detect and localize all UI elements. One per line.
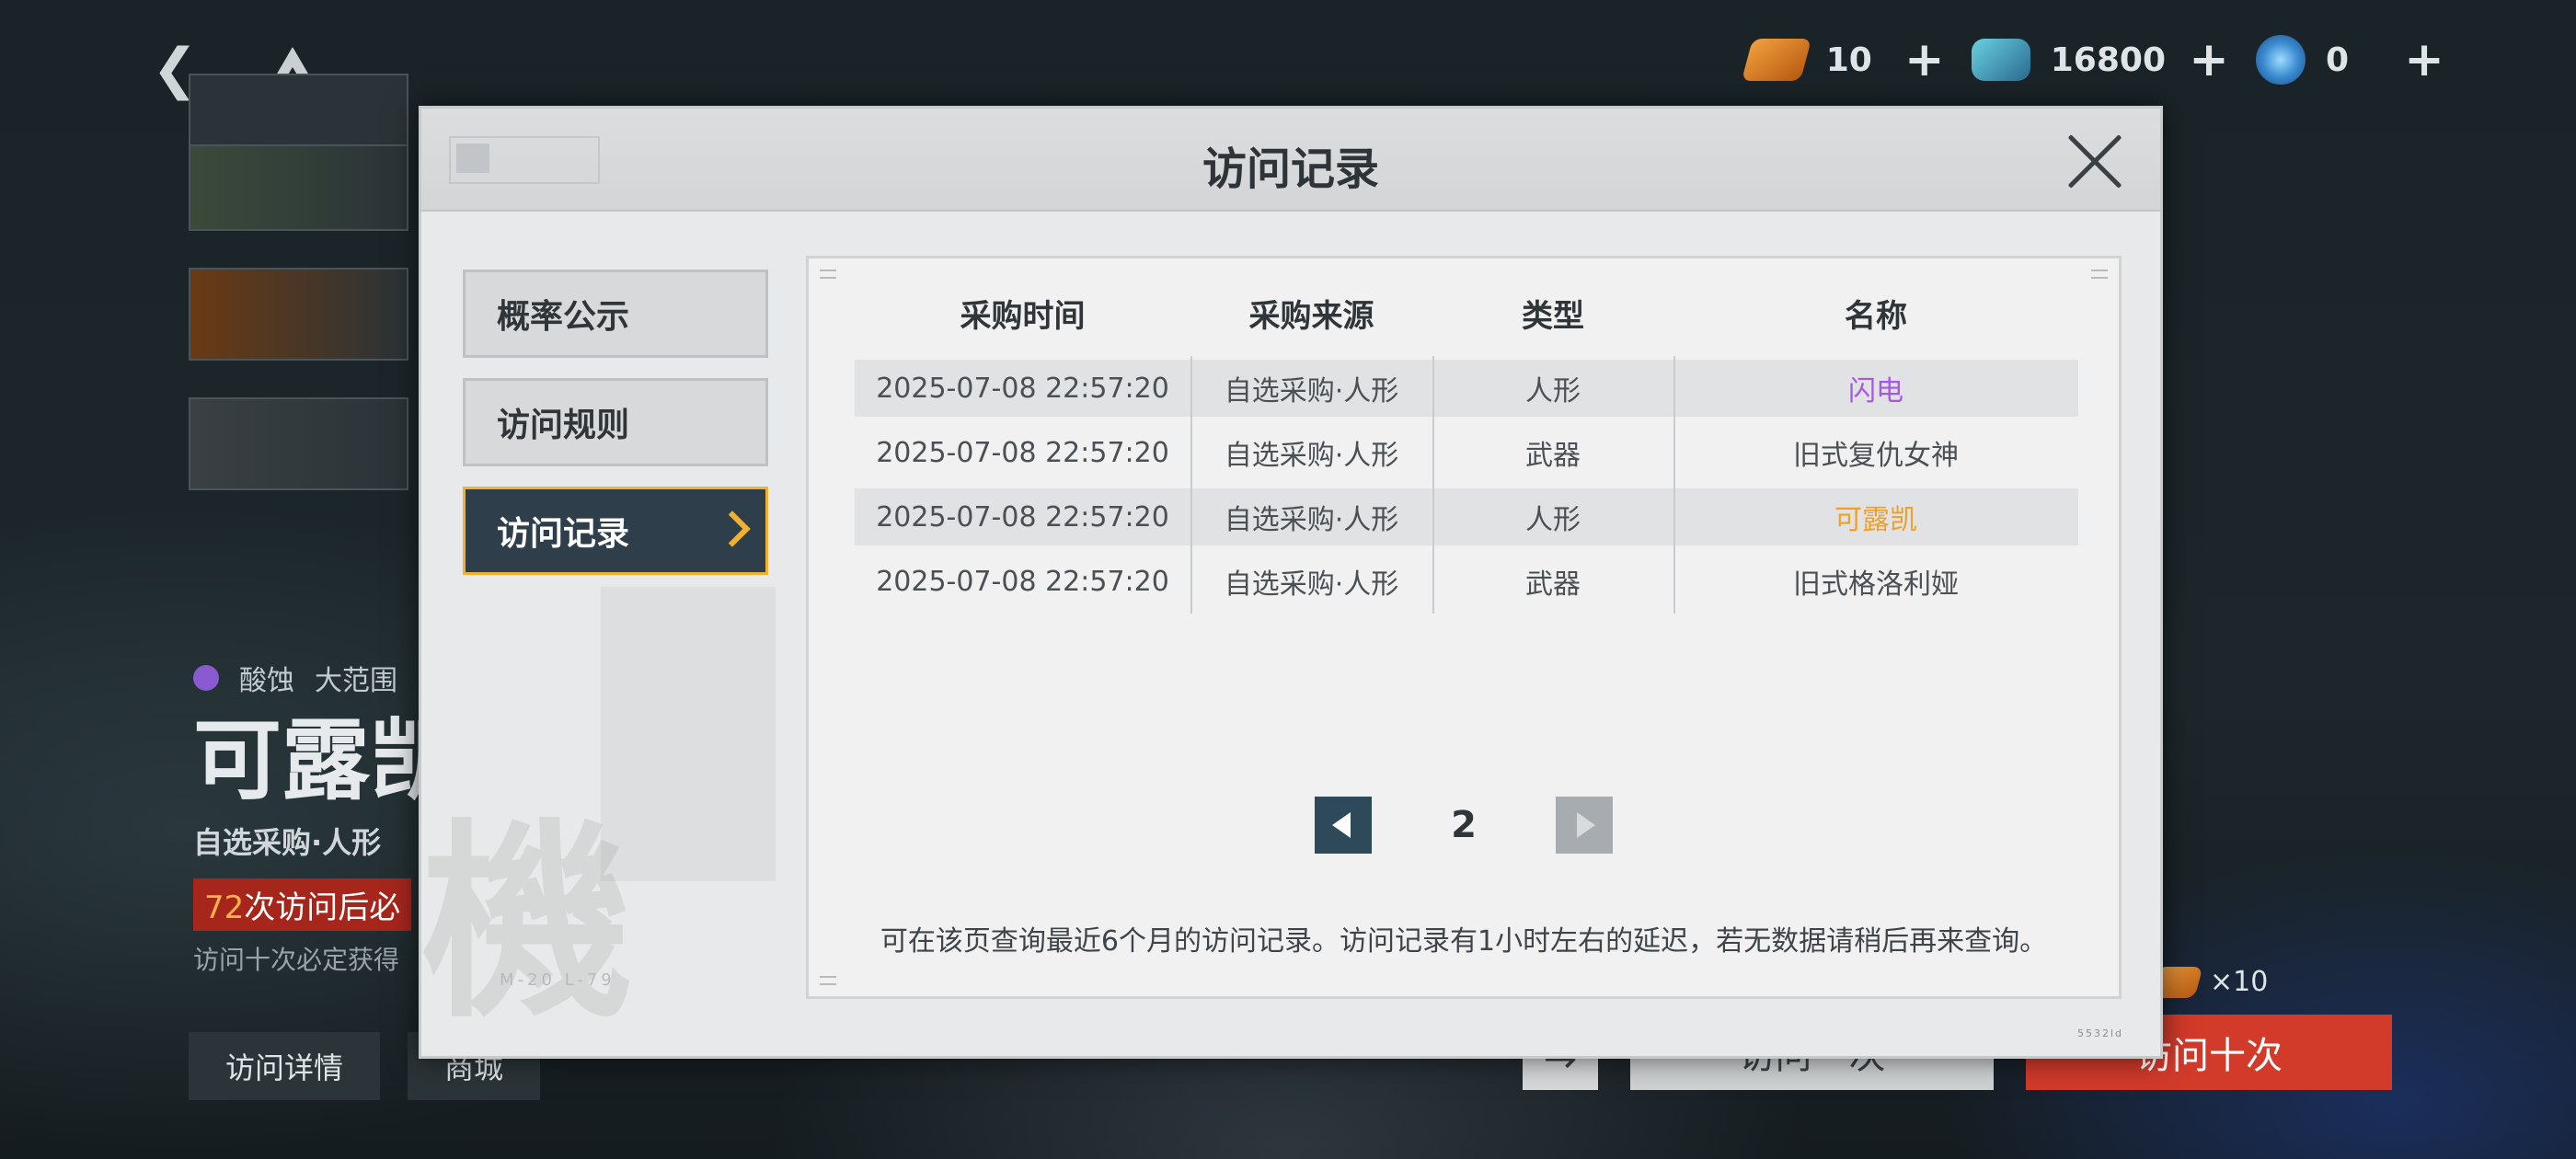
currency-crystal: 16800 + xyxy=(1971,36,2232,84)
banner-thumb[interactable] xyxy=(189,74,408,146)
cell-time: 2025-07-08 22:57:20 xyxy=(876,565,1169,598)
records-panel: 采购时间 采购来源 类型 名称 2025-07-08 22:57:20 自选采购… xyxy=(806,256,2122,999)
watermark-code: M-20 L-79 xyxy=(500,970,615,990)
pagination: 2 xyxy=(809,797,2119,854)
banner-thumb[interactable] xyxy=(189,138,408,231)
cell-type: 人形 xyxy=(1525,375,1581,407)
column-divider xyxy=(1432,420,1434,485)
column-divider xyxy=(1190,420,1192,485)
column-divider xyxy=(1432,356,1434,420)
currency-ticket: 10 + xyxy=(1741,36,1948,84)
cell-name: 旧式复仇女神 xyxy=(1793,440,1959,472)
cell-source: 自选采购·人形 xyxy=(1224,568,1399,601)
prev-page-button[interactable] xyxy=(1315,797,1372,854)
cell-name: 闪电 xyxy=(1848,375,1903,407)
banner-list xyxy=(189,74,408,490)
cell-name: 可露凯 xyxy=(1834,504,1917,536)
add-coin-button[interactable]: + xyxy=(2401,36,2447,84)
currency-value: 0 xyxy=(2326,40,2350,79)
cell-source: 自选采购·人形 xyxy=(1224,375,1399,407)
header-name: 名称 xyxy=(1845,298,1907,335)
table-row: 2025-07-08 22:57:20 自选采购·人形 武器 旧式复仇女神 xyxy=(855,420,2078,485)
column-divider xyxy=(1673,356,1675,420)
records-table: 2025-07-08 22:57:20 自选采购·人形 人形 闪电 2025-0… xyxy=(855,356,2078,617)
pity-text: 次访问后必 xyxy=(244,889,401,926)
cell-type: 人形 xyxy=(1525,504,1581,536)
banner-thumb[interactable] xyxy=(189,397,408,490)
close-icon[interactable] xyxy=(2066,132,2123,189)
header-source: 采购来源 xyxy=(1248,298,1374,335)
column-divider xyxy=(1190,485,1192,549)
column-divider xyxy=(1432,485,1434,549)
cell-time: 2025-07-08 22:57:20 xyxy=(876,372,1169,405)
cell-type: 武器 xyxy=(1525,440,1581,472)
column-divider xyxy=(1673,420,1675,485)
cell-source: 自选采购·人形 xyxy=(1224,440,1399,472)
crystal-icon xyxy=(1971,39,2030,81)
ten-pull-cost: ×10 xyxy=(2148,966,2269,998)
corner-decoration xyxy=(820,976,836,985)
element-icon xyxy=(193,665,219,691)
page-number: 2 xyxy=(1451,804,1477,846)
triangle-left-icon xyxy=(1332,812,1351,838)
column-divider xyxy=(1673,549,1675,614)
cell-source: 自选采购·人形 xyxy=(1224,504,1399,536)
table-row: 2025-07-08 22:57:20 自选采购·人形 人形 可露凯 xyxy=(855,485,2078,549)
details-button[interactable]: 访问详情 xyxy=(189,1032,381,1100)
corner-decoration xyxy=(820,270,836,279)
corner-decoration xyxy=(2091,270,2108,279)
next-page-button[interactable] xyxy=(1556,797,1613,854)
dialog-header: 访问记录 xyxy=(421,109,2160,212)
column-divider xyxy=(1673,485,1675,549)
tab-label: 访问记录 xyxy=(497,515,630,553)
add-ticket-button[interactable]: + xyxy=(1902,36,1948,84)
currency-coin: 0 + xyxy=(2256,35,2447,85)
tab-probability[interactable]: 概率公示 xyxy=(463,270,768,358)
decorative-code: 5532ld xyxy=(2076,1027,2123,1039)
table-row: 2025-07-08 22:57:20 自选采购·人形 武器 旧式格洛利娅 xyxy=(855,549,2078,614)
ticket-icon xyxy=(1741,39,1811,81)
header-time: 采购时间 xyxy=(960,298,1086,335)
dialog-tabs: 概率公示 访问规则 访问记录 xyxy=(463,270,768,575)
pity-count: 72 xyxy=(204,889,245,926)
table-row: 2025-07-08 22:57:20 自选采购·人形 人形 闪电 xyxy=(855,356,2078,420)
column-divider xyxy=(1432,549,1434,614)
cell-type: 武器 xyxy=(1525,568,1581,601)
tab-records[interactable]: 访问记录 xyxy=(463,487,768,575)
header-type: 类型 xyxy=(1522,298,1584,335)
tab-label: 概率公示 xyxy=(497,298,630,336)
cost-value: ×10 xyxy=(2210,966,2269,998)
column-divider xyxy=(1190,549,1192,614)
tag-label: 酸蚀 xyxy=(239,665,294,697)
banner-thumb[interactable] xyxy=(189,268,408,361)
table-header: 采购时间 采购来源 类型 名称 xyxy=(855,291,2078,336)
pity-badge: 72次访问后必 xyxy=(193,878,412,931)
cell-name: 旧式格洛利娅 xyxy=(1793,568,1959,601)
watermark-glyph: 機 xyxy=(421,817,634,1047)
tab-rules[interactable]: 访问规则 xyxy=(463,378,768,466)
tab-label: 访问规则 xyxy=(497,407,630,444)
column-divider xyxy=(1190,356,1192,420)
coin-icon xyxy=(2256,35,2306,85)
currency-value: 16800 xyxy=(2050,40,2166,79)
visit-record-dialog: 访问记录 機 M-20 L-79 5532ld 概率公示 访问规则 访问记录 采… xyxy=(419,106,2163,1059)
chevron-right-icon xyxy=(718,511,747,551)
records-footnote: 可在该页查询最近6个月的访问记录。访问记录有1小时左右的延迟，若无数据请稍后再来… xyxy=(880,925,2048,958)
add-crystal-button[interactable]: + xyxy=(2186,36,2232,84)
dialog-title: 访问记录 xyxy=(1202,143,1379,195)
currency-value: 10 xyxy=(1825,40,1872,79)
cell-time: 2025-07-08 22:57:20 xyxy=(876,500,1169,534)
triangle-right-icon xyxy=(1577,812,1595,838)
tag-label: 大范围 xyxy=(315,665,397,697)
cell-time: 2025-07-08 22:57:20 xyxy=(876,436,1169,469)
currency-bar: 10 + 16800 + 0 + xyxy=(1741,35,2447,85)
